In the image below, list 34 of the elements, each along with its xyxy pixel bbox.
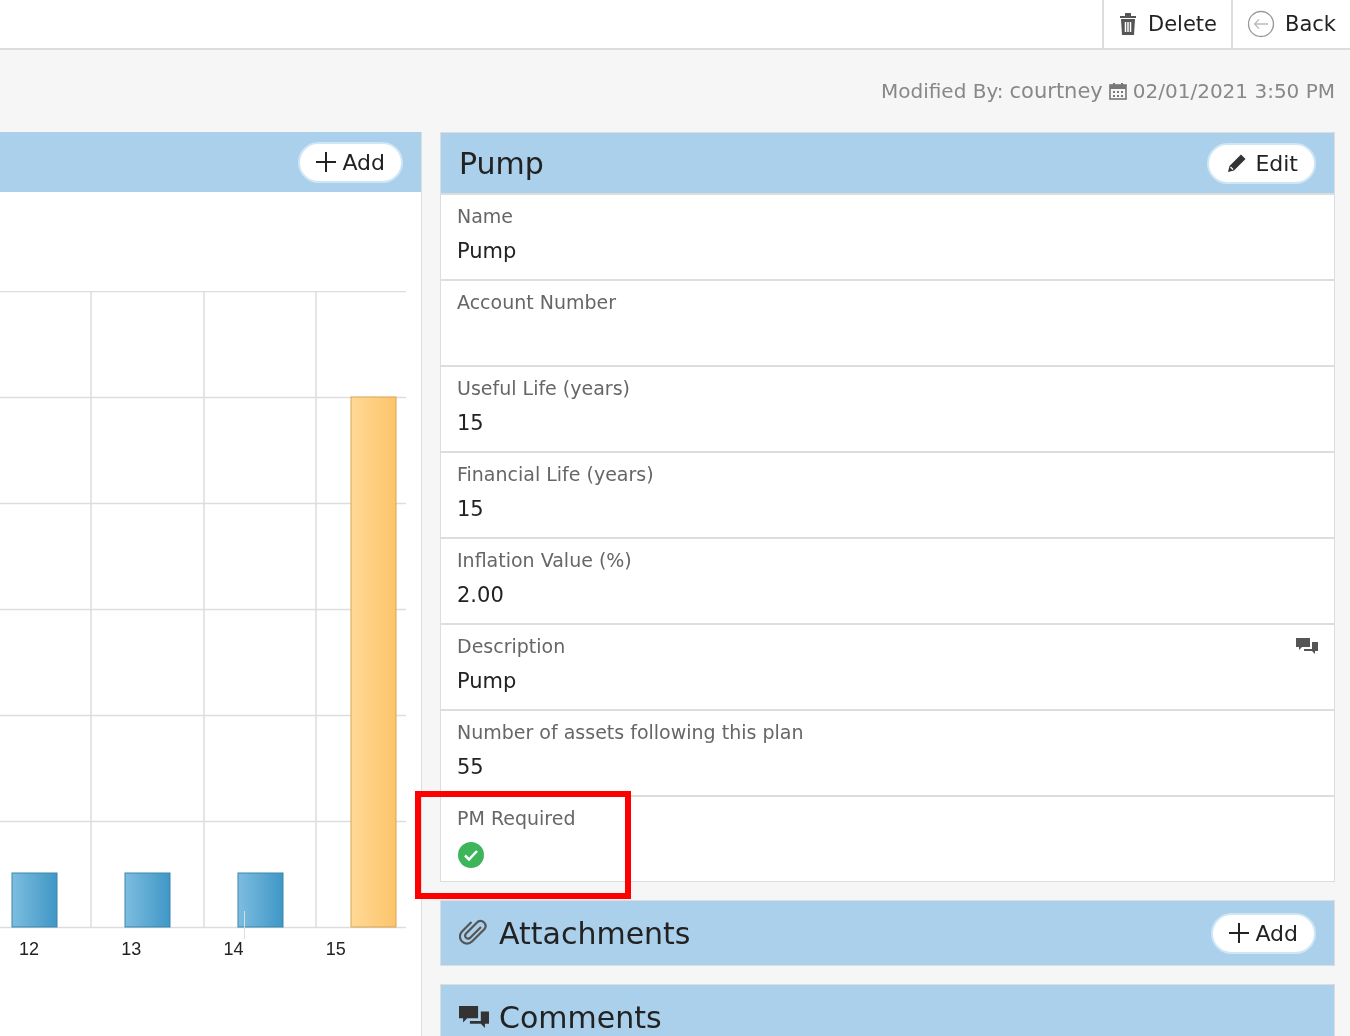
field-value: Pump: [457, 239, 517, 263]
modified-by-label: Modified By:: [881, 79, 1004, 103]
calendar-icon: [1108, 82, 1127, 100]
add-button[interactable]: Add: [1211, 912, 1316, 954]
comments-icon: [1296, 637, 1318, 655]
add-button[interactable]: Add: [298, 141, 403, 183]
edit-button[interactable]: Edit: [1207, 142, 1316, 184]
field-label: Name: [457, 205, 514, 227]
field-label: Useful Life (years): [457, 377, 630, 399]
panel-title: Pump: [459, 145, 544, 181]
panel-title: Comments: [499, 999, 662, 1035]
panel-title: Attachments: [499, 915, 691, 951]
field-label: Inflation Value (%): [457, 549, 632, 571]
field-value: 2.00: [457, 583, 504, 607]
field-value: Pump: [457, 669, 517, 693]
axis-label: 12: [18, 939, 41, 960]
field-value: 55: [457, 755, 484, 779]
trash-icon: [1118, 12, 1138, 36]
modified-timestamp: 02/01/2021 3:50 PM: [1132, 79, 1335, 103]
axis-label: 14: [222, 939, 245, 960]
field-label: Financial Life (years): [457, 463, 654, 485]
field-label: PM Required: [457, 807, 576, 829]
modified-by-user: courtney: [1009, 79, 1103, 103]
axis-label: 13: [120, 939, 143, 960]
axis-label: 15: [324, 939, 347, 960]
plus-icon: [1229, 923, 1250, 943]
field-label: Description: [457, 635, 566, 657]
field-label: Account Number: [457, 291, 617, 313]
paperclip-icon: [459, 918, 489, 948]
comments-icon: [459, 1004, 489, 1030]
field-value: 15: [457, 497, 484, 521]
field-label: Number of assets following this plan: [457, 721, 804, 743]
plus-icon: [316, 152, 337, 172]
field-value: 15: [457, 411, 484, 435]
